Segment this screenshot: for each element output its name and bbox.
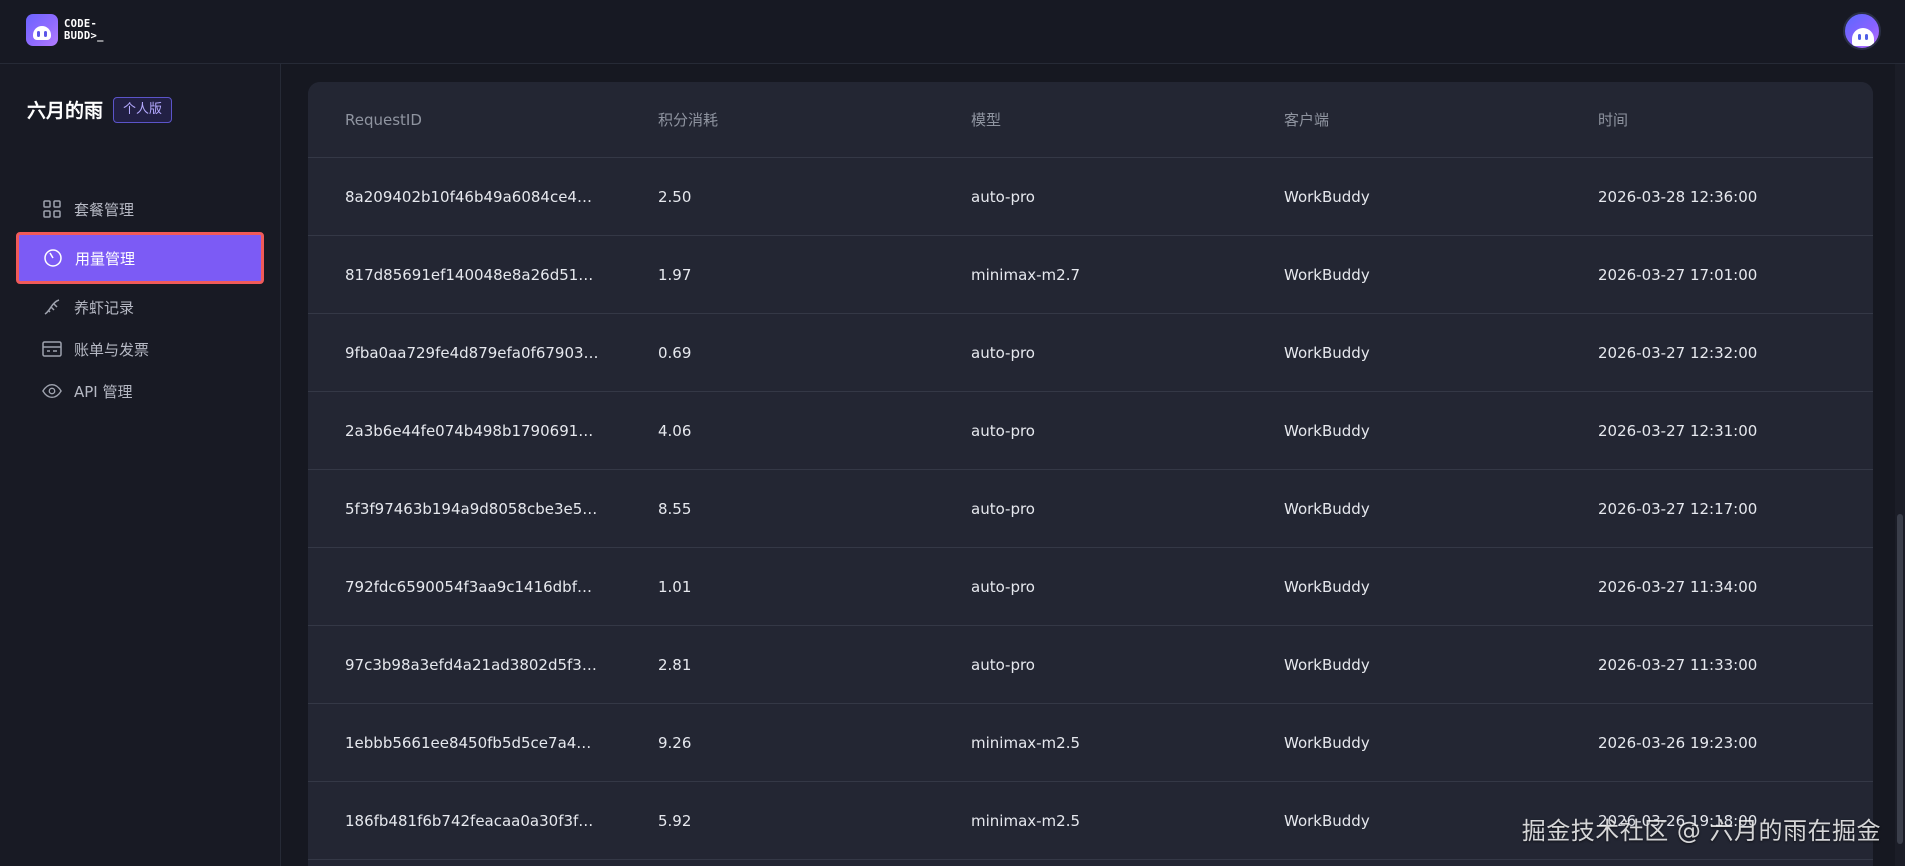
table-row[interactable]: 792fdc6590054f3aa9c1416dbf… 1.01 auto-pr… xyxy=(308,548,1873,626)
cell-model: auto-pro xyxy=(971,421,1035,440)
cell-credits: 5.92 xyxy=(658,811,692,830)
sidebar-item-label: 账单与发票 xyxy=(74,340,150,359)
watermark-text: 掘金技术社区 @ 六月的雨在掘金 xyxy=(1521,817,1881,845)
sidebar-item-shrimp-records[interactable]: 养虾记录 xyxy=(18,286,262,328)
table-row[interactable]: 1ebbb5661ee8450fb5d5ce7a4… 9.26 minimax-… xyxy=(308,704,1873,782)
cell-time: 2026-03-27 12:32:00 xyxy=(1598,343,1758,362)
user-avatar[interactable] xyxy=(1843,12,1881,50)
cell-model: minimax-m2.5 xyxy=(971,811,1081,830)
table-row[interactable]: 2a3b6e44fe074b498b1790691… 4.06 auto-pro… xyxy=(308,392,1873,470)
sidebar-nav: 套餐管理 用量管理 养虾记录 账单与发票 API 管理 xyxy=(16,188,264,412)
sidebar-item-label: 套餐管理 xyxy=(74,200,135,219)
vertical-scrollbar[interactable] xyxy=(1895,64,1905,866)
column-header-requestid: RequestID xyxy=(345,110,422,129)
shrimp-icon xyxy=(42,297,62,317)
cell-credits: 1.01 xyxy=(658,577,692,596)
table-row[interactable]: 9fba0aa729fe4d879efa0f67903… 0.69 auto-p… xyxy=(308,314,1873,392)
cell-model: minimax-m2.5 xyxy=(971,733,1081,752)
sidebar-item-label: 养虾记录 xyxy=(74,298,135,317)
cell-client: WorkBuddy xyxy=(1284,187,1370,206)
cell-model: minimax-m2.7 xyxy=(971,265,1081,284)
cell-request-id: 9fba0aa729fe4d879efa0f67903… xyxy=(345,343,599,362)
sidebar-item-label: 用量管理 xyxy=(75,249,136,268)
sidebar-item-plan-management[interactable]: 套餐管理 xyxy=(18,188,262,230)
codebuddy-logo-icon xyxy=(26,14,58,46)
cell-credits: 2.81 xyxy=(658,655,692,674)
table-row[interactable]: 817d85691ef140048e8a26d51… 1.97 minimax-… xyxy=(308,236,1873,314)
cell-time: 2026-03-26 19:23:00 xyxy=(1598,733,1758,752)
usage-table: RequestID 积分消耗 模型 客户端 时间 8a209402b10f46b… xyxy=(308,82,1873,866)
user-name: 六月的雨 xyxy=(27,100,104,122)
cell-credits: 2.50 xyxy=(658,187,692,206)
cell-client: WorkBuddy xyxy=(1284,421,1370,440)
invoice-icon xyxy=(42,339,62,359)
scrollbar-thumb[interactable] xyxy=(1897,514,1903,844)
cell-request-id: 186fb481f6b742feacaa0a30f3f… xyxy=(345,811,594,830)
eye-icon xyxy=(42,381,62,401)
cell-client: WorkBuddy xyxy=(1284,811,1370,830)
plan-badge: 个人版 xyxy=(113,96,173,123)
table-row[interactable]: 5f3f97463b194a9d8058cbe3e5… 8.55 auto-pr… xyxy=(308,470,1873,548)
column-header-credits: 积分消耗 xyxy=(658,111,719,129)
gauge-icon xyxy=(43,248,63,268)
sidebar-item-label: API 管理 xyxy=(74,382,133,401)
cell-client: WorkBuddy xyxy=(1284,733,1370,752)
cell-time: 2026-03-28 12:36:00 xyxy=(1598,187,1758,206)
logo-wordmark: CODE- BUDD>_ xyxy=(64,18,104,42)
app-window: CODE- BUDD>_ 六月的雨 个人版 套餐管理 用量管理 养虾记录 账单与… xyxy=(0,0,1905,866)
table-row[interactable]: 97c3b98a3efd4a21ad3802d5f3… 2.81 auto-pr… xyxy=(308,626,1873,704)
cell-model: auto-pro xyxy=(971,499,1035,518)
cell-model: auto-pro xyxy=(971,577,1035,596)
column-header-model: 模型 xyxy=(971,111,1002,129)
cell-credits: 0.69 xyxy=(658,343,692,362)
cell-model: auto-pro xyxy=(971,343,1035,362)
cell-credits: 9.26 xyxy=(658,733,692,752)
cell-time: 2026-03-27 12:17:00 xyxy=(1598,499,1758,518)
profile-header: 六月的雨 个人版 xyxy=(27,96,173,123)
sidebar-item-usage-management[interactable]: 用量管理 xyxy=(16,232,264,284)
sidebar: 六月的雨 个人版 套餐管理 用量管理 养虾记录 账单与发票 API 管理 xyxy=(0,64,281,866)
cell-time: 2026-03-27 11:33:00 xyxy=(1598,655,1758,674)
cell-request-id: 1ebbb5661ee8450fb5d5ce7a4… xyxy=(345,733,592,752)
cell-model: auto-pro xyxy=(971,187,1035,206)
cell-request-id: 817d85691ef140048e8a26d51… xyxy=(345,265,594,284)
cell-client: WorkBuddy xyxy=(1284,265,1370,284)
cell-credits: 1.97 xyxy=(658,265,692,284)
sidebar-item-billing-invoices[interactable]: 账单与发票 xyxy=(18,328,262,370)
column-header-client: 客户端 xyxy=(1284,111,1330,129)
cell-request-id: 2a3b6e44fe074b498b1790691… xyxy=(345,421,594,440)
cell-model: auto-pro xyxy=(971,655,1035,674)
cell-time: 2026-03-27 17:01:00 xyxy=(1598,265,1758,284)
table-header-row: RequestID 积分消耗 模型 客户端 时间 xyxy=(308,82,1873,158)
cell-client: WorkBuddy xyxy=(1284,577,1370,596)
grid-icon xyxy=(42,199,62,219)
cell-client: WorkBuddy xyxy=(1284,343,1370,362)
cell-time: 2026-03-27 12:31:00 xyxy=(1598,421,1758,440)
column-header-time: 时间 xyxy=(1598,111,1629,129)
cell-credits: 8.55 xyxy=(658,499,692,518)
cell-request-id: 8a209402b10f46b49a6084ce4… xyxy=(345,187,592,206)
cell-credits: 4.06 xyxy=(658,421,692,440)
top-bar: CODE- BUDD>_ xyxy=(0,0,1905,64)
sidebar-item-api-management[interactable]: API 管理 xyxy=(18,370,262,412)
cell-time: 2026-03-27 11:34:00 xyxy=(1598,577,1758,596)
codebuddy-logo[interactable]: CODE- BUDD>_ xyxy=(26,14,136,46)
cell-request-id: 5f3f97463b194a9d8058cbe3e5… xyxy=(345,499,598,518)
cell-client: WorkBuddy xyxy=(1284,655,1370,674)
table-row[interactable]: 8a209402b10f46b49a6084ce4… 2.50 auto-pro… xyxy=(308,158,1873,236)
cell-request-id: 792fdc6590054f3aa9c1416dbf… xyxy=(345,577,592,596)
cell-request-id: 97c3b98a3efd4a21ad3802d5f3… xyxy=(345,655,597,674)
cell-client: WorkBuddy xyxy=(1284,499,1370,518)
main-content: RequestID 积分消耗 模型 客户端 时间 8a209402b10f46b… xyxy=(281,64,1905,866)
